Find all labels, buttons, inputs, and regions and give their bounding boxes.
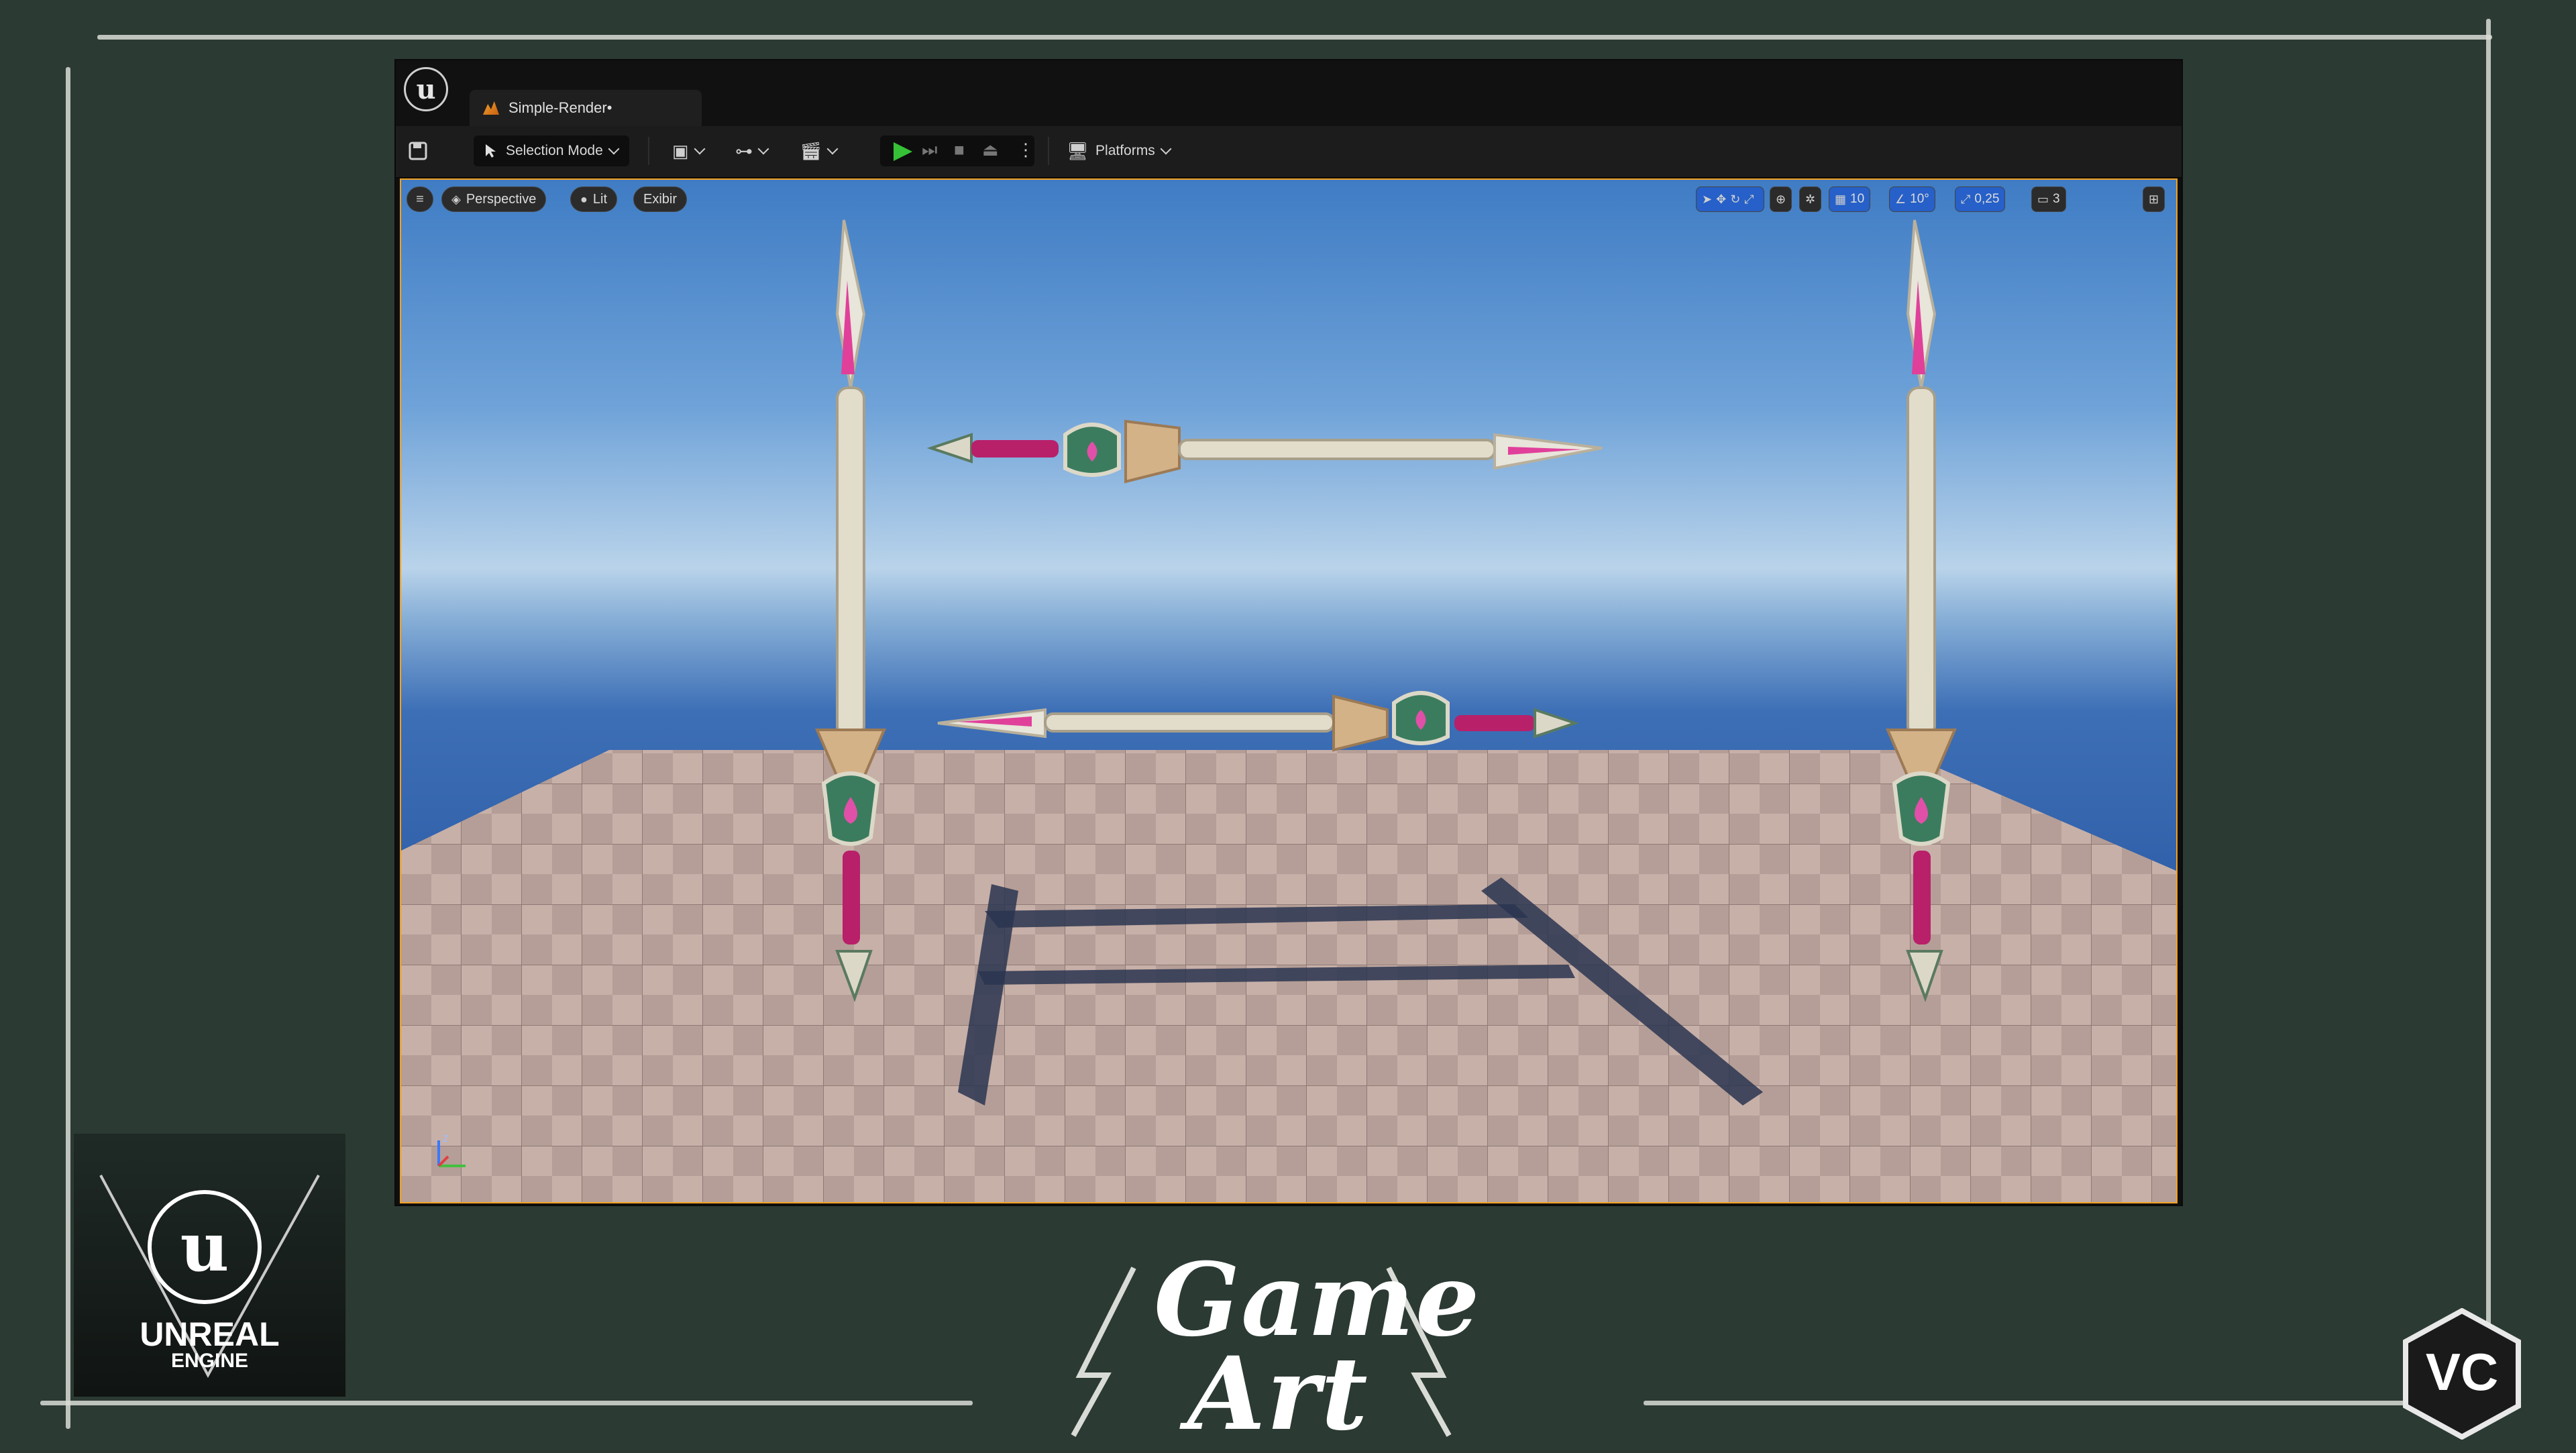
more-options-icon[interactable]: ⋮ xyxy=(1017,141,1034,158)
vc-hexagon-badge: VC xyxy=(2403,1308,2521,1440)
level-viewport[interactable]: ≡ ◈ Perspective ● Lit Exibir ➤ ✥ ↻ ⤢ ⊕ ✲… xyxy=(400,178,2178,1203)
cursor-icon xyxy=(486,144,496,158)
hamburger-icon: ≡ xyxy=(416,192,424,207)
toolbar-divider xyxy=(648,137,649,165)
selection-mode-label: Selection Mode xyxy=(506,143,603,158)
axis-gizmo: Z xyxy=(437,1133,466,1167)
rotate-tool-icon[interactable]: ↻ xyxy=(1730,193,1740,205)
transform-tools-group: ➤ ✥ ↻ ⤢ xyxy=(1696,186,1764,212)
chevron-down-icon xyxy=(608,143,620,155)
chevron-down-icon xyxy=(694,143,706,155)
save-button[interactable] xyxy=(408,136,428,166)
rotation-snap-button[interactable]: ∠ 10° xyxy=(1889,186,1935,212)
platforms-dropdown[interactable]: 🖥︎ Platforms xyxy=(1067,136,1172,166)
step-icon[interactable]: ⏭ xyxy=(922,141,937,158)
scene-render xyxy=(401,219,2176,1202)
stop-icon[interactable]: ■ xyxy=(954,141,965,158)
lit-label: Lit xyxy=(592,191,607,207)
camera-speed-button[interactable]: ▭ 3 xyxy=(2031,186,2066,212)
title-bar: u Simple-Render• xyxy=(396,60,2182,126)
platforms-label: Platforms xyxy=(1095,143,1155,158)
frame-bottom-right-line xyxy=(1644,1401,2509,1405)
engine-name-line2: ENGINE xyxy=(170,1350,249,1372)
unreal-logo-icon: u xyxy=(148,1190,262,1304)
main-toolbar: Selection Mode ▣ ⊶ 🎬︎ ⏭ ■ ⏏ ⋮ 🖥︎ Platfor… xyxy=(396,126,2182,178)
tab-simple-render[interactable]: Simple-Render• xyxy=(470,90,702,126)
layout-icon: ⊞ xyxy=(2149,193,2159,206)
surface-snap-button[interactable]: ✲ xyxy=(1799,186,1822,212)
axis-z-label: Z xyxy=(443,1133,449,1144)
eject-icon[interactable]: ⏏ xyxy=(982,141,999,158)
level-icon xyxy=(483,101,499,115)
angle-icon: ∠ xyxy=(1895,193,1907,206)
cinematics-button[interactable]: 🎬︎ xyxy=(800,136,839,166)
unreal-logo-icon[interactable]: u xyxy=(404,67,448,111)
show-label: Exibir xyxy=(643,191,678,207)
frame-left-line xyxy=(66,67,70,1429)
save-icon xyxy=(409,142,427,160)
camera-icon: ▭ xyxy=(2037,193,2049,206)
toolbar-divider xyxy=(1048,137,1049,165)
show-button[interactable]: Exibir xyxy=(633,186,688,212)
maximize-viewport-button[interactable]: ⊞ xyxy=(2143,186,2165,212)
chevron-down-icon xyxy=(826,143,839,155)
clapperboard-icon: 🎬︎ xyxy=(800,141,822,161)
grid-snap-value: 10 xyxy=(1850,192,1865,206)
view-mode-button[interactable]: ● Lit xyxy=(570,186,617,212)
frame-right-line xyxy=(2486,19,2491,1401)
scale-tool-icon[interactable]: ⤢ xyxy=(1744,193,1754,205)
blueprint-icon: ⊶ xyxy=(735,141,753,161)
play-controls: ⏭ ■ ⏏ ⋮ xyxy=(880,136,1034,166)
perspective-button[interactable]: ◈ Perspective xyxy=(441,186,547,212)
play-icon[interactable] xyxy=(894,142,912,161)
chevron-down-icon xyxy=(757,143,769,155)
chevron-down-icon xyxy=(1160,143,1172,155)
art-word: Art xyxy=(1187,1335,1369,1453)
surface-snap-icon: ✲ xyxy=(1805,193,1816,206)
world-space-button[interactable]: ⊕ xyxy=(1770,186,1792,212)
vc-text: VC xyxy=(2426,1342,2498,1401)
selection-mode-dropdown[interactable]: Selection Mode xyxy=(474,136,629,166)
scale-snap-icon: ⤢ xyxy=(1961,193,1971,206)
frame-top-line xyxy=(97,35,2492,40)
move-tool-icon[interactable]: ✥ xyxy=(1716,193,1726,205)
camera-speed-value: 3 xyxy=(2053,192,2060,206)
unreal-engine-badge: u UNREAL ENGINE xyxy=(74,1134,345,1397)
grid-snap-button[interactable]: ▦ 10 xyxy=(1829,186,1871,212)
scale-snap-value: 0,25 xyxy=(1974,192,2000,206)
globe-icon: ⊕ xyxy=(1776,193,1786,206)
lit-sphere-icon: ● xyxy=(580,193,588,206)
grid-icon: ▦ xyxy=(1835,193,1847,206)
viewport-menu-button[interactable]: ≡ xyxy=(407,186,433,212)
add-content-button[interactable]: ▣ xyxy=(672,136,706,166)
select-tool-icon[interactable]: ➤ xyxy=(1702,193,1712,205)
rotation-snap-value: 10° xyxy=(1910,192,1929,206)
cube-icon: ◈ xyxy=(451,193,461,206)
add-actor-icon: ▣ xyxy=(672,141,689,161)
unreal-editor-window: u Simple-Render• Selection Mode ▣ ⊶ 🎬︎ ⏭… xyxy=(396,60,2182,1205)
frame-bottom-left-line xyxy=(40,1401,973,1405)
engine-name-line1: UNREAL xyxy=(140,1315,280,1353)
perspective-label: Perspective xyxy=(466,191,537,207)
blueprint-button[interactable]: ⊶ xyxy=(735,136,769,166)
tab-label: Simple-Render• xyxy=(508,99,612,116)
platforms-icon: 🖥︎ xyxy=(1067,141,1089,161)
scale-snap-button[interactable]: ⤢ 0,25 xyxy=(1955,186,2006,212)
game-art-logo: Game Art xyxy=(1060,1241,1479,1453)
